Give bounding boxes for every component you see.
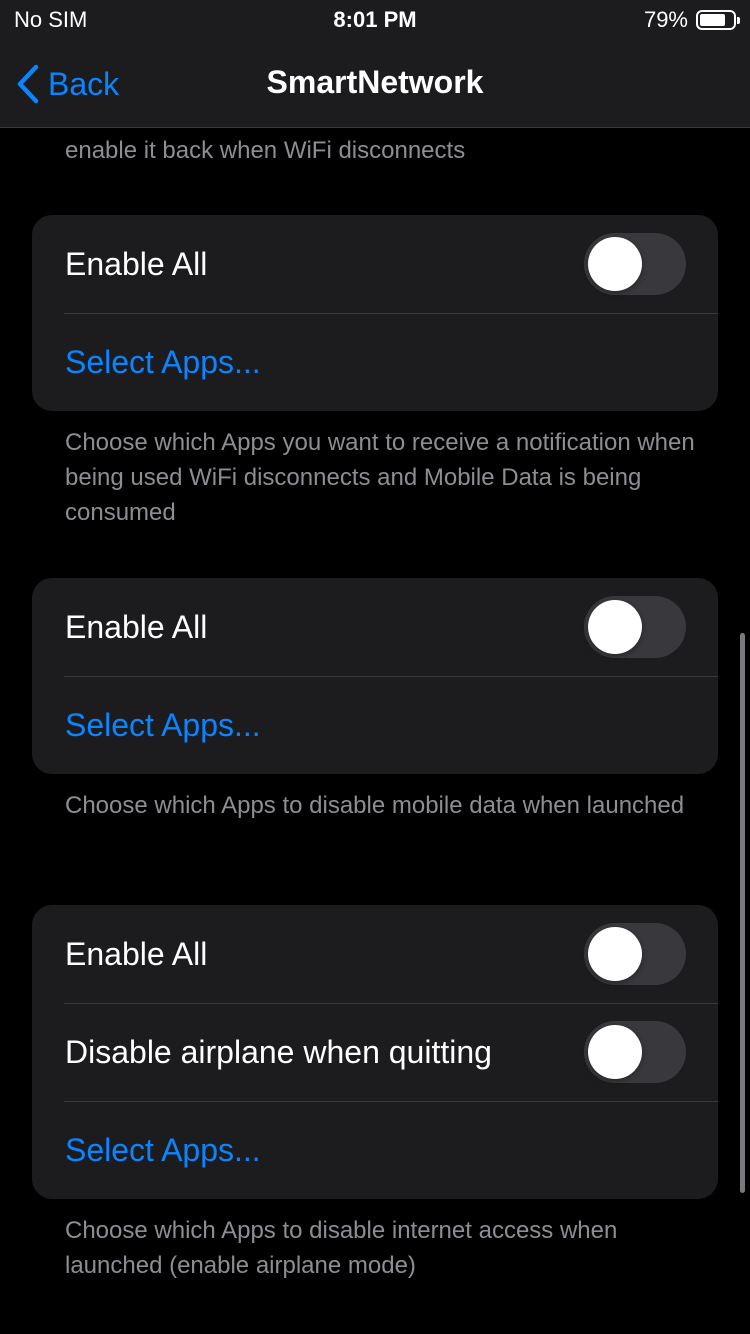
- row-label: Enable All: [65, 936, 208, 972]
- battery-percent: 79%: [643, 7, 688, 32]
- toggle-knob: [588, 1025, 642, 1079]
- section-notify-group: Enable All Select Apps...: [32, 215, 718, 411]
- toggle-knob: [588, 237, 642, 291]
- section-mobile-data-group: Enable All Select Apps...: [32, 578, 718, 774]
- section-footer-top: enable it back when WiFi disconnects: [65, 137, 466, 164]
- clock: 8:01 PM: [333, 7, 417, 32]
- navigation-bar: Back SmartNetwork: [0, 40, 750, 128]
- enable-all-row: Enable All: [32, 215, 718, 313]
- battery-cap: [737, 17, 740, 24]
- section-footer: Choose which Apps you want to receive a …: [65, 429, 695, 526]
- scroll-indicator[interactable]: [740, 633, 745, 1193]
- section-airplane-group: Enable All Disable airplane when quittin…: [32, 905, 718, 1199]
- enable-all-toggle[interactable]: [584, 596, 686, 658]
- section-footer: Choose which Apps to disable mobile data…: [65, 792, 685, 819]
- row-label: Disable airplane when quitting: [65, 1034, 492, 1070]
- select-apps-row[interactable]: Select Apps...: [32, 1101, 718, 1199]
- enable-all-toggle[interactable]: [584, 923, 686, 985]
- enable-all-toggle[interactable]: [584, 233, 686, 295]
- select-apps-link[interactable]: Select Apps...: [65, 342, 261, 382]
- status-bar: No SIM 8:01 PM 79%: [0, 0, 750, 40]
- battery-icon: [696, 10, 740, 30]
- row-label: Enable All: [65, 609, 208, 645]
- battery-status: 79%: [643, 7, 740, 33]
- section-footer: Choose which Apps to disable internet ac…: [65, 1217, 618, 1279]
- page-title: SmartNetwork: [266, 64, 484, 100]
- disable-airplane-row: Disable airplane when quitting: [32, 1003, 718, 1101]
- enable-all-row: Enable All: [32, 578, 718, 676]
- select-apps-link[interactable]: Select Apps...: [65, 705, 261, 745]
- enable-all-row: Enable All: [32, 905, 718, 1003]
- battery-level-fill: [700, 14, 726, 26]
- row-label: Enable All: [65, 246, 208, 282]
- select-apps-row[interactable]: Select Apps...: [32, 676, 718, 774]
- disable-airplane-toggle[interactable]: [584, 1021, 686, 1083]
- toggle-knob: [588, 927, 642, 981]
- toggle-knob: [588, 600, 642, 654]
- select-apps-link[interactable]: Select Apps...: [65, 1130, 261, 1170]
- settings-list[interactable]: enable it back when WiFi disconnects Ena…: [0, 129, 750, 1334]
- select-apps-row[interactable]: Select Apps...: [32, 313, 718, 411]
- screen: No SIM 8:01 PM 79% Back SmartNetwork ena…: [0, 0, 750, 1334]
